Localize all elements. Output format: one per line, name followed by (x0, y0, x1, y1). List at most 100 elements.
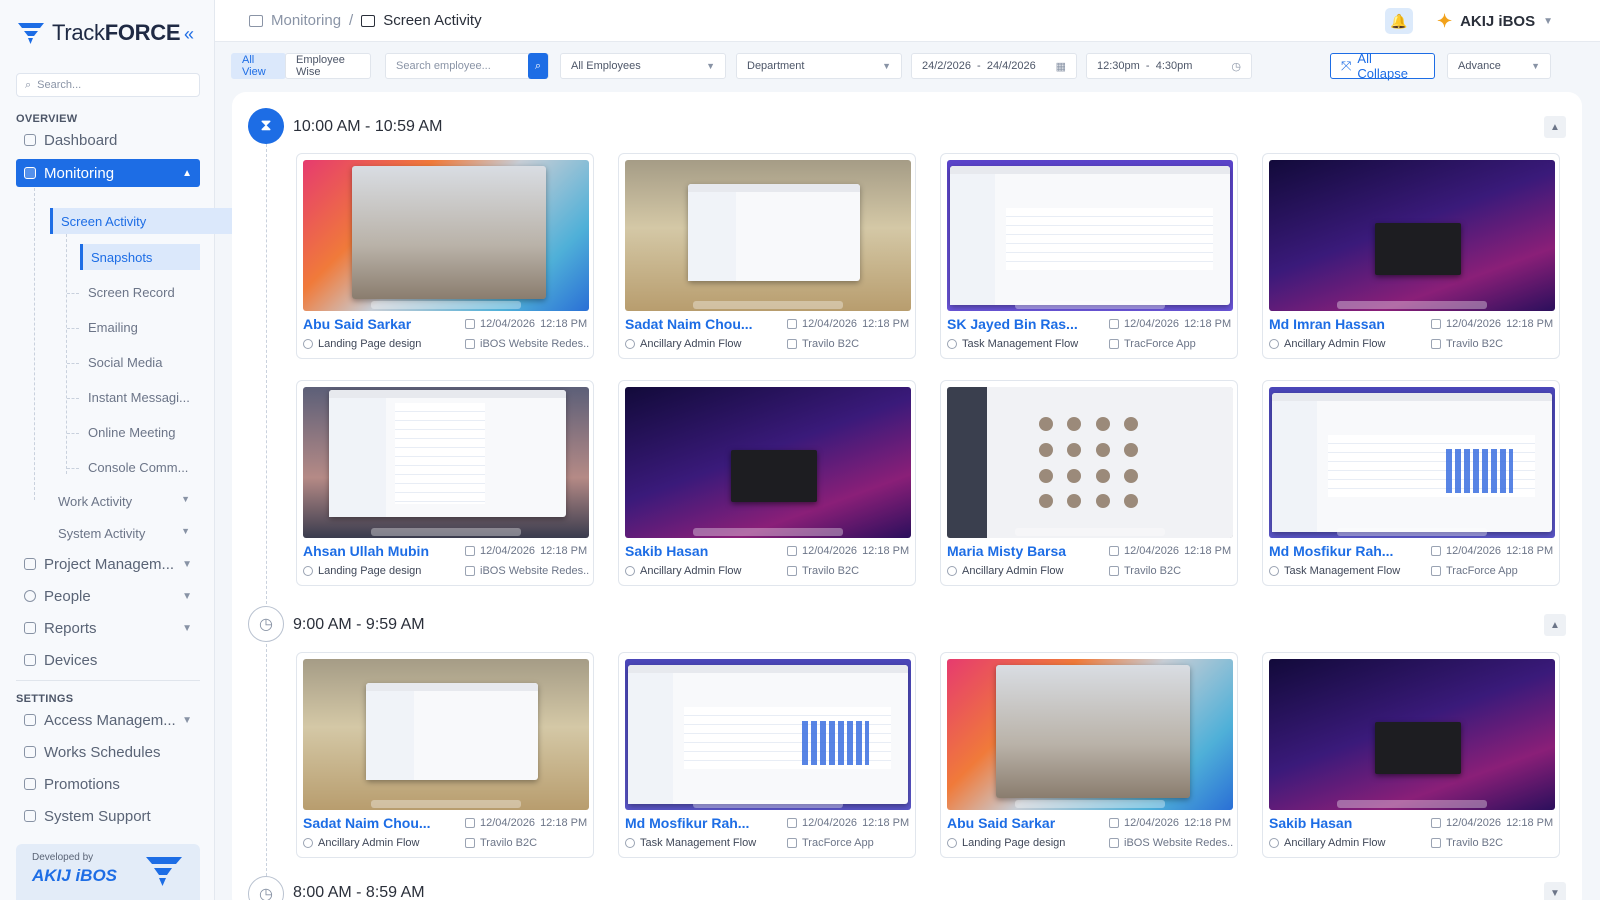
sidebar-item-devices[interactable]: Devices (16, 646, 200, 674)
sidebar-item-work-activity[interactable]: Work Activity ▼ (58, 494, 198, 509)
search-button[interactable]: ⌕ (528, 53, 548, 79)
project-icon (1431, 566, 1441, 576)
sidebar-item-people[interactable]: People ▼ (16, 582, 200, 610)
employee-wise-tab[interactable]: Employee Wise (285, 53, 371, 79)
sidebar-item-label: Work Activity (58, 494, 133, 509)
employee-name[interactable]: Maria Misty Barsa (947, 543, 1097, 559)
snapshot-card[interactable]: Abu Said Sarkar 12/04/2026 12:18 PM Landing… (940, 652, 1238, 858)
snapshot-card[interactable]: Md Imran Hassan 12/04/2026 12:18 PM Ancilla… (1262, 153, 1560, 359)
reports-icon (24, 622, 36, 634)
sidebar-item-works-schedules[interactable]: Works Schedules (16, 738, 200, 766)
sidebar-item-dashboard[interactable]: Dashboard (16, 126, 200, 154)
tree-branch (67, 468, 79, 469)
employee-name[interactable]: Sakib Hasan (1269, 815, 1419, 831)
employee-name[interactable]: Sakib Hasan (625, 543, 775, 559)
sidebar-item-online-meeting[interactable]: Online Meeting (88, 425, 175, 440)
all-collapse-button[interactable]: ⤧ All Collapse (1330, 51, 1435, 81)
snapshot-card[interactable]: SK Jayed Bin Ras... 12/04/2026 12:18 PM Tas… (940, 153, 1238, 359)
sidebar-item-system-support[interactable]: System Support (16, 802, 200, 830)
app-window (627, 665, 909, 804)
sidebar-item-console-commands[interactable]: Console Comm... (88, 460, 188, 475)
snapshot-card[interactable]: Sadat Naim Chou... 12/04/2026 12:18 PM Anci… (618, 153, 916, 359)
calendar-icon (465, 546, 475, 556)
employee-name[interactable]: Abu Said Sarkar (947, 815, 1097, 831)
employees-select[interactable]: All Employees ▼ (560, 53, 726, 79)
employee-name[interactable]: Md Mosfikur Rah... (625, 815, 775, 831)
snapshot-card[interactable]: Sakib Hasan 12/04/2026 12:18 PM Ancillary A… (1262, 652, 1560, 858)
all-view-tab[interactable]: All View (231, 53, 286, 79)
snapshot-thumbnail[interactable] (947, 659, 1233, 810)
snapshot-card[interactable]: Sakib Hasan 12/04/2026 12:18 PM Ancillary A… (618, 380, 916, 586)
snapshot-thumbnail[interactable] (625, 387, 911, 538)
sidebar-item-snapshots[interactable]: Snapshots (80, 244, 200, 270)
sidebar-item-screen-record[interactable]: Screen Record (88, 285, 175, 300)
snapshot-datetime: 12/04/2026 12:18 PM (465, 318, 587, 330)
sidebar-item-screen-activity[interactable]: Screen Activity (50, 208, 234, 234)
task-name: Landing Page design (303, 565, 421, 577)
collapse-slot-button[interactable]: ▲ (1544, 116, 1566, 138)
project-name: Travilo B2C (787, 338, 911, 350)
snapshot-thumbnail[interactable] (947, 160, 1233, 311)
snapshot-thumbnail[interactable] (303, 160, 589, 311)
sidebar-search-input[interactable]: ⌕ Search... (16, 73, 200, 97)
snapshot-thumbnail[interactable] (625, 160, 911, 311)
employee-name[interactable]: Md Mosfikur Rah... (1269, 543, 1419, 559)
developed-by-box: Developed by AKIJ iBOS (16, 844, 200, 900)
employee-name[interactable]: Abu Said Sarkar (303, 316, 453, 332)
trackforce-mark-icon (146, 857, 182, 886)
sidebar-item-project-management[interactable]: Project Managem... ▼ (16, 550, 200, 578)
sidebar-item-system-activity[interactable]: System Activity ▼ (58, 526, 198, 541)
snapshot-thumbnail[interactable] (303, 659, 589, 810)
snapshot-date: 12/04/2026 (1124, 817, 1180, 829)
snapshot-card[interactable]: Sadat Naim Chou... 12/04/2026 12:18 PM Anci… (296, 652, 594, 858)
department-select[interactable]: Department ▼ (736, 53, 902, 79)
time-range-picker[interactable]: 12:30pm - 4:30pm ◷ (1086, 53, 1252, 79)
search-icon: ⌕ (25, 78, 32, 91)
employee-name[interactable]: Ahsan Ullah Mubin (303, 543, 453, 559)
snapshot-thumbnail[interactable] (303, 387, 589, 538)
snapshot-time: 12:18 PM (540, 318, 588, 330)
employee-name[interactable]: Sadat Naim Chou... (625, 316, 775, 332)
task-icon (1269, 838, 1279, 848)
mail-window (328, 390, 567, 517)
sidebar-item-emailing[interactable]: Emailing (88, 320, 138, 335)
sidebar-item-access-management[interactable]: Access Managem... ▼ (16, 706, 200, 734)
sidebar-item-reports[interactable]: Reports ▼ (16, 614, 200, 642)
tree-line (66, 234, 67, 474)
employee-name[interactable]: Md Imran Hassan (1269, 316, 1419, 332)
snapshot-card[interactable]: Ahsan Ullah Mubin 12/04/2026 12:18 PM Landi… (296, 380, 594, 586)
task-icon (303, 566, 313, 576)
project-label: TracForce App (1124, 338, 1196, 350)
sidebar-item-instant-messaging[interactable]: Instant Messagi... (88, 390, 190, 405)
snapshot-thumbnail[interactable] (625, 659, 911, 810)
snapshot-thumbnail[interactable] (947, 387, 1233, 538)
snapshot-card[interactable]: Md Mosfikur Rah... 12/04/2026 12:18 PM Task… (618, 652, 916, 858)
employee-search-input[interactable]: Search employee... (385, 53, 549, 79)
task-label: Landing Page design (962, 837, 1066, 849)
snapshot-thumbnail[interactable] (1269, 387, 1555, 538)
snapshot-card[interactable]: Md Mosfikur Rah... 12/04/2026 12:18 PM Task… (1262, 380, 1560, 586)
breadcrumb-parent[interactable]: Monitoring (271, 12, 341, 29)
expand-slot-button[interactable]: ▼ (1544, 882, 1566, 900)
project-label: TracForce App (802, 837, 874, 849)
trackforce-logo[interactable]: TrackFORCE (16, 20, 181, 46)
task-label: Ancillary Admin Flow (318, 837, 420, 849)
snapshot-datetime: 12/04/2026 12:18 PM (1109, 545, 1231, 557)
sidebar-collapse-button[interactable]: « (184, 24, 194, 45)
advance-select[interactable]: Advance ▼ (1447, 53, 1551, 79)
terminal-window (1374, 722, 1461, 774)
snapshot-thumbnail[interactable] (1269, 160, 1555, 311)
snapshot-card[interactable]: Maria Misty Barsa 12/04/2026 12:18 PM Ancil… (940, 380, 1238, 586)
sidebar-item-monitoring[interactable]: Monitoring ▲ (16, 159, 200, 187)
organization-switcher[interactable]: ✦ AKIJ iBOS ▼ (1437, 11, 1553, 32)
date-range-picker[interactable]: 24/2/2026 - 24/4/2026 ▦ (911, 53, 1077, 79)
snapshot-thumbnail[interactable] (1269, 659, 1555, 810)
notification-button[interactable]: 🔔 (1385, 8, 1413, 34)
sidebar-item-social-media[interactable]: Social Media (88, 355, 162, 370)
snapshot-card[interactable]: Abu Said Sarkar 12/04/2026 12:18 PM Landing… (296, 153, 594, 359)
employee-name[interactable]: Sadat Naim Chou... (303, 815, 453, 831)
employee-name[interactable]: SK Jayed Bin Ras... (947, 316, 1097, 332)
project-icon (465, 566, 475, 576)
sidebar-item-promotions[interactable]: Promotions (16, 770, 200, 798)
collapse-slot-button[interactable]: ▲ (1544, 614, 1566, 636)
